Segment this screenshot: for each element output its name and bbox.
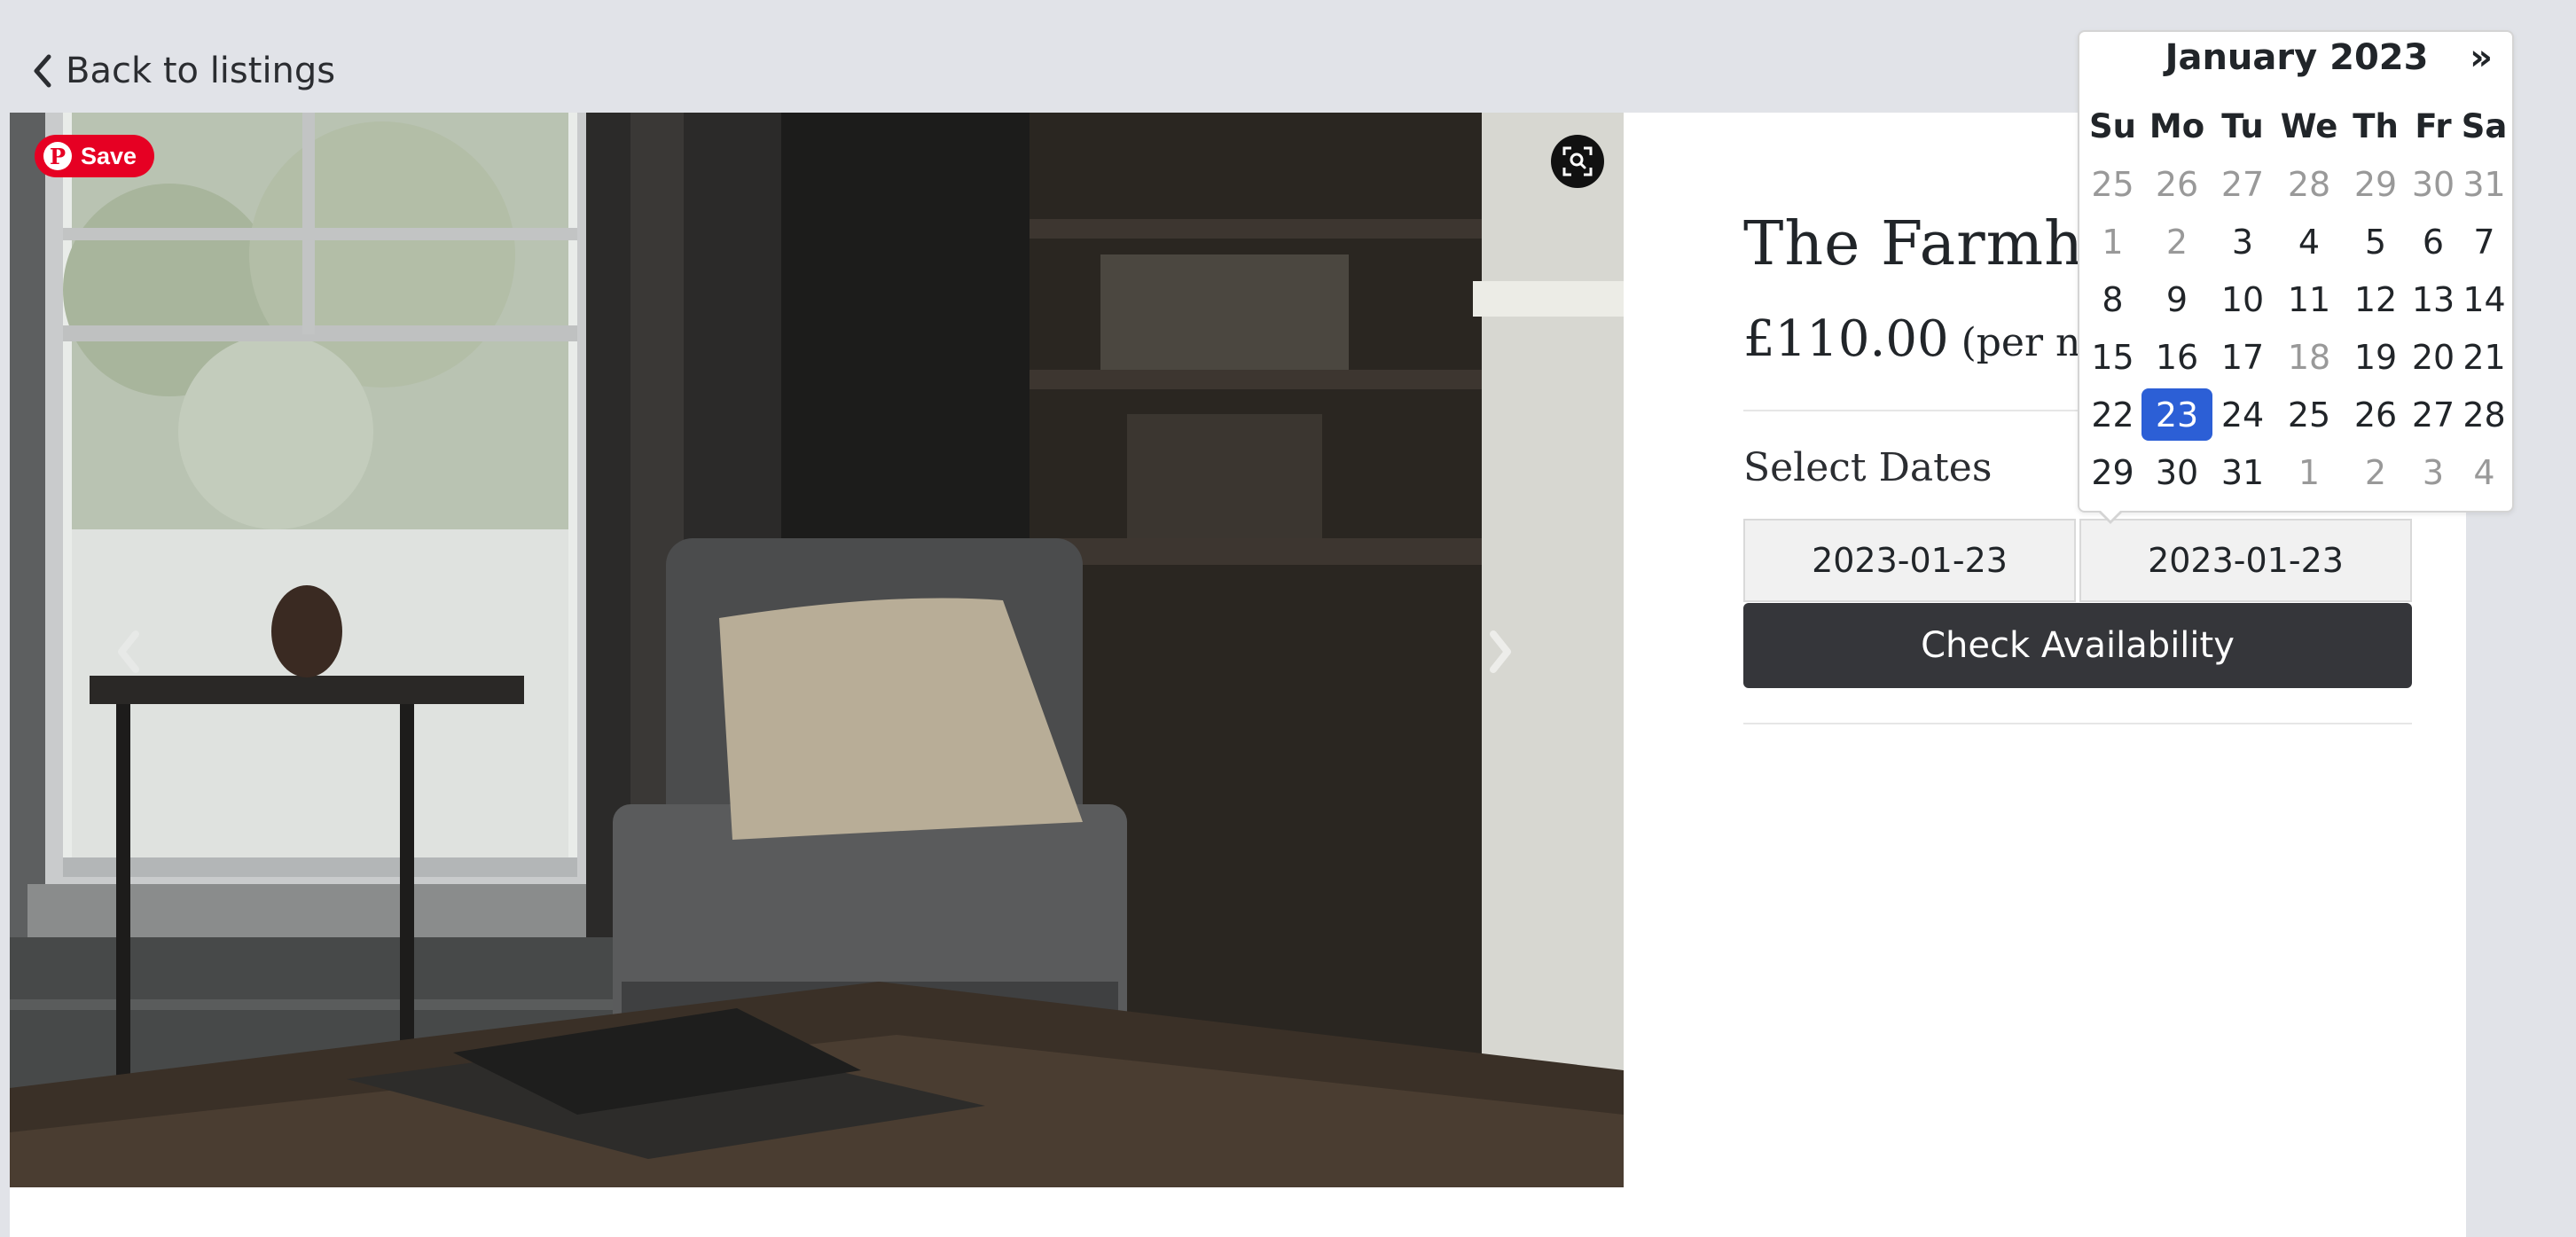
calendar-next-button[interactable]: » — [2462, 37, 2501, 78]
calendar-day[interactable]: 26 — [2141, 155, 2212, 213]
calendar-day[interactable]: 11 — [2273, 270, 2345, 328]
calendar-month-label[interactable]: January 2023 — [2128, 37, 2465, 78]
calendar-day[interactable]: 5 — [2345, 213, 2406, 270]
datepicker-caret-inner — [2100, 510, 2121, 521]
chevron-left-icon[interactable] — [111, 625, 146, 678]
calendar-day[interactable]: 22 — [2084, 386, 2141, 443]
calendar-day[interactable]: 12 — [2345, 270, 2406, 328]
weekday-header: We — [2280, 107, 2338, 145]
calendar-day[interactable]: 25 — [2273, 386, 2345, 443]
calendar-day[interactable]: 26 — [2345, 386, 2406, 443]
calendar-day[interactable]: 28 — [2273, 155, 2345, 213]
calendar-day[interactable]: 3 — [2212, 213, 2273, 270]
calendar-day-selected[interactable]: 23 — [2141, 388, 2212, 441]
listing-photo[interactable] — [10, 113, 1624, 1187]
calendar-day[interactable]: 21 — [2461, 328, 2508, 386]
calendar-day[interactable]: 14 — [2461, 270, 2508, 328]
calendar-day[interactable]: 24 — [2212, 386, 2273, 443]
visual-search-icon — [1562, 146, 1593, 176]
save-label: Save — [81, 142, 137, 169]
calendar-day[interactable]: 27 — [2406, 386, 2461, 443]
calendar-day[interactable]: 7 — [2461, 213, 2508, 270]
end-date-input[interactable]: 2023-01-23 — [2079, 519, 2412, 602]
calendar-day[interactable]: 3 — [2406, 443, 2461, 501]
calendar-day[interactable]: 27 — [2212, 155, 2273, 213]
calendar-grid: Su Mo Tu We Th Fr Sa 25 26 27 28 29 30 31 1 2 3 4 5 6 7 8 9 10 1… — [2084, 98, 2508, 501]
calendar-day[interactable]: 1 — [2084, 213, 2141, 270]
price-row: £110.00 (per nig — [1743, 310, 2118, 368]
calendar-day[interactable]: 1 — [2273, 443, 2345, 501]
calendar-day[interactable]: 25 — [2084, 155, 2141, 213]
calendar-day[interactable]: 18 — [2273, 328, 2345, 386]
back-to-listings-link[interactable]: Back to listings — [32, 44, 335, 98]
weekday-header: Fr — [2415, 107, 2452, 145]
calendar-day[interactable]: 8 — [2084, 270, 2141, 328]
calendar-day[interactable]: 2 — [2141, 213, 2212, 270]
chevron-left-icon — [34, 54, 51, 88]
weekday-header: Th — [2353, 107, 2399, 145]
start-date-input[interactable]: 2023-01-23 — [1743, 519, 2076, 602]
calendar-day[interactable]: 10 — [2212, 270, 2273, 328]
calendar-day[interactable]: 30 — [2141, 443, 2212, 501]
weekday-header: Sa — [2461, 107, 2508, 145]
back-label: Back to listings — [66, 51, 336, 91]
calendar-day[interactable]: 20 — [2406, 328, 2461, 386]
calendar-day[interactable]: 30 — [2406, 155, 2461, 213]
calendar-day[interactable]: 31 — [2461, 155, 2508, 213]
pinterest-icon: P — [43, 142, 72, 170]
calendar-day[interactable]: 31 — [2212, 443, 2273, 501]
calendar-day[interactable]: 2 — [2345, 443, 2406, 501]
weekday-header: Mo — [2149, 107, 2205, 145]
price: £110.00 — [1743, 310, 1949, 368]
calendar-day[interactable]: 29 — [2084, 443, 2141, 501]
calendar-day[interactable]: 17 — [2212, 328, 2273, 386]
calendar-day[interactable]: 4 — [2461, 443, 2508, 501]
calendar-day[interactable]: 29 — [2345, 155, 2406, 213]
select-dates-label: Select Dates — [1743, 445, 1993, 490]
calendar-day[interactable]: 28 — [2461, 386, 2508, 443]
calendar-day[interactable]: 6 — [2406, 213, 2461, 270]
pinterest-save-button[interactable]: P Save — [35, 135, 155, 177]
calendar-day[interactable]: 15 — [2084, 328, 2141, 386]
divider — [1743, 723, 2412, 724]
weekday-header: Su — [2089, 107, 2136, 145]
calendar-day[interactable]: 9 — [2141, 270, 2212, 328]
calendar-day[interactable]: 19 — [2345, 328, 2406, 386]
visual-search-button[interactable] — [1551, 135, 1604, 188]
chevron-right-icon[interactable] — [1483, 625, 1518, 678]
calendar-day[interactable]: 13 — [2406, 270, 2461, 328]
weekday-header: Tu — [2221, 107, 2264, 145]
calendar-day[interactable]: 16 — [2141, 328, 2212, 386]
check-availability-button[interactable]: Check Availability — [1743, 603, 2412, 688]
calendar-day[interactable]: 4 — [2273, 213, 2345, 270]
